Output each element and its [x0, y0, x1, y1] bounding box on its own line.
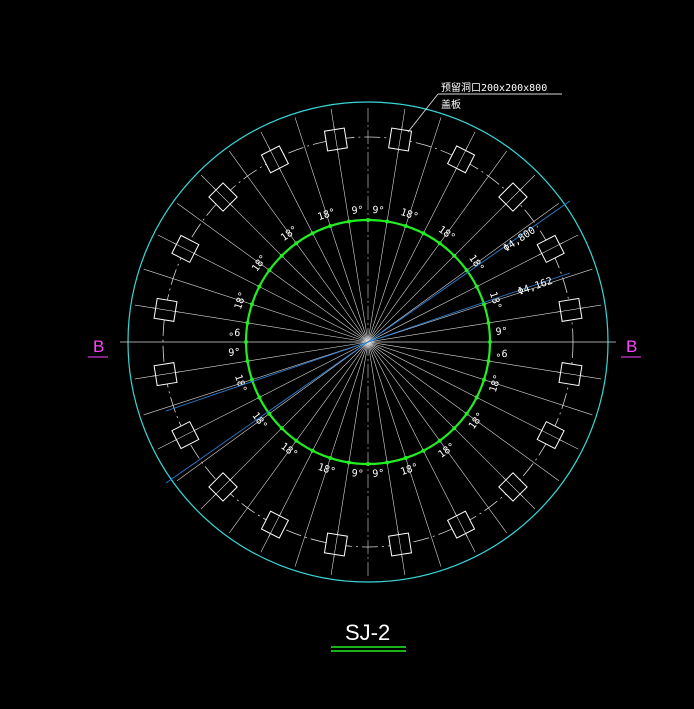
- angle-tick: [249, 302, 254, 307]
- callout-text-hole-size: 预留洞口200x200x800: [441, 81, 547, 94]
- angle-tick: [346, 219, 351, 224]
- angle-label: 9°: [495, 326, 508, 338]
- angle-tick: [385, 219, 390, 224]
- angle-tick: [482, 377, 487, 382]
- angle-tick: [310, 231, 315, 236]
- angle-tick: [403, 223, 408, 228]
- angle-tick: [366, 218, 370, 222]
- angle-tick: [486, 320, 491, 325]
- angle-tick: [257, 284, 262, 289]
- angle-label: 9°: [372, 468, 385, 480]
- angle-tick: [294, 241, 299, 246]
- angle-tick: [328, 223, 333, 228]
- angle-tick: [452, 253, 457, 258]
- angle-tick: [486, 359, 491, 364]
- section-marker-left: B: [93, 337, 104, 356]
- angle-tick: [464, 411, 469, 416]
- angle-tick: [245, 359, 250, 364]
- angle-tick: [474, 284, 479, 289]
- angle-tick: [452, 426, 457, 431]
- angle-tick: [437, 438, 442, 443]
- angle-tick: [474, 395, 479, 400]
- angle-label: 9°: [372, 205, 385, 217]
- angle-label: 9°: [495, 346, 508, 358]
- angle-tick: [385, 460, 390, 465]
- angle-tick: [245, 320, 250, 325]
- drawing-title: SJ-2: [345, 620, 390, 645]
- angle-tick: [403, 456, 408, 461]
- angle-tick: [294, 438, 299, 443]
- angle-tick: [421, 231, 426, 236]
- angle-tick: [279, 253, 284, 258]
- angle-tick: [244, 340, 248, 344]
- angle-tick: [366, 462, 370, 466]
- angle-tick: [437, 241, 442, 246]
- callout-text-cover: 盖板: [441, 98, 461, 111]
- angle-label: 9°: [351, 468, 364, 480]
- angle-tick: [310, 448, 315, 453]
- angle-tick: [279, 426, 284, 431]
- angle-tick: [267, 268, 272, 273]
- angle-label: 9°: [228, 347, 241, 359]
- section-marker-right: B: [626, 337, 637, 356]
- angle-label: 9°: [228, 325, 241, 337]
- angle-label: 9°: [351, 205, 364, 217]
- angle-tick: [346, 460, 351, 465]
- angle-tick: [328, 456, 333, 461]
- angle-tick: [488, 340, 492, 344]
- angle-tick: [421, 448, 426, 453]
- angle-tick: [257, 395, 262, 400]
- cad-drawing-canvas: 9° 18°18°18°18°9°9°18°18°18°18°9°9°18°18°…: [0, 0, 694, 709]
